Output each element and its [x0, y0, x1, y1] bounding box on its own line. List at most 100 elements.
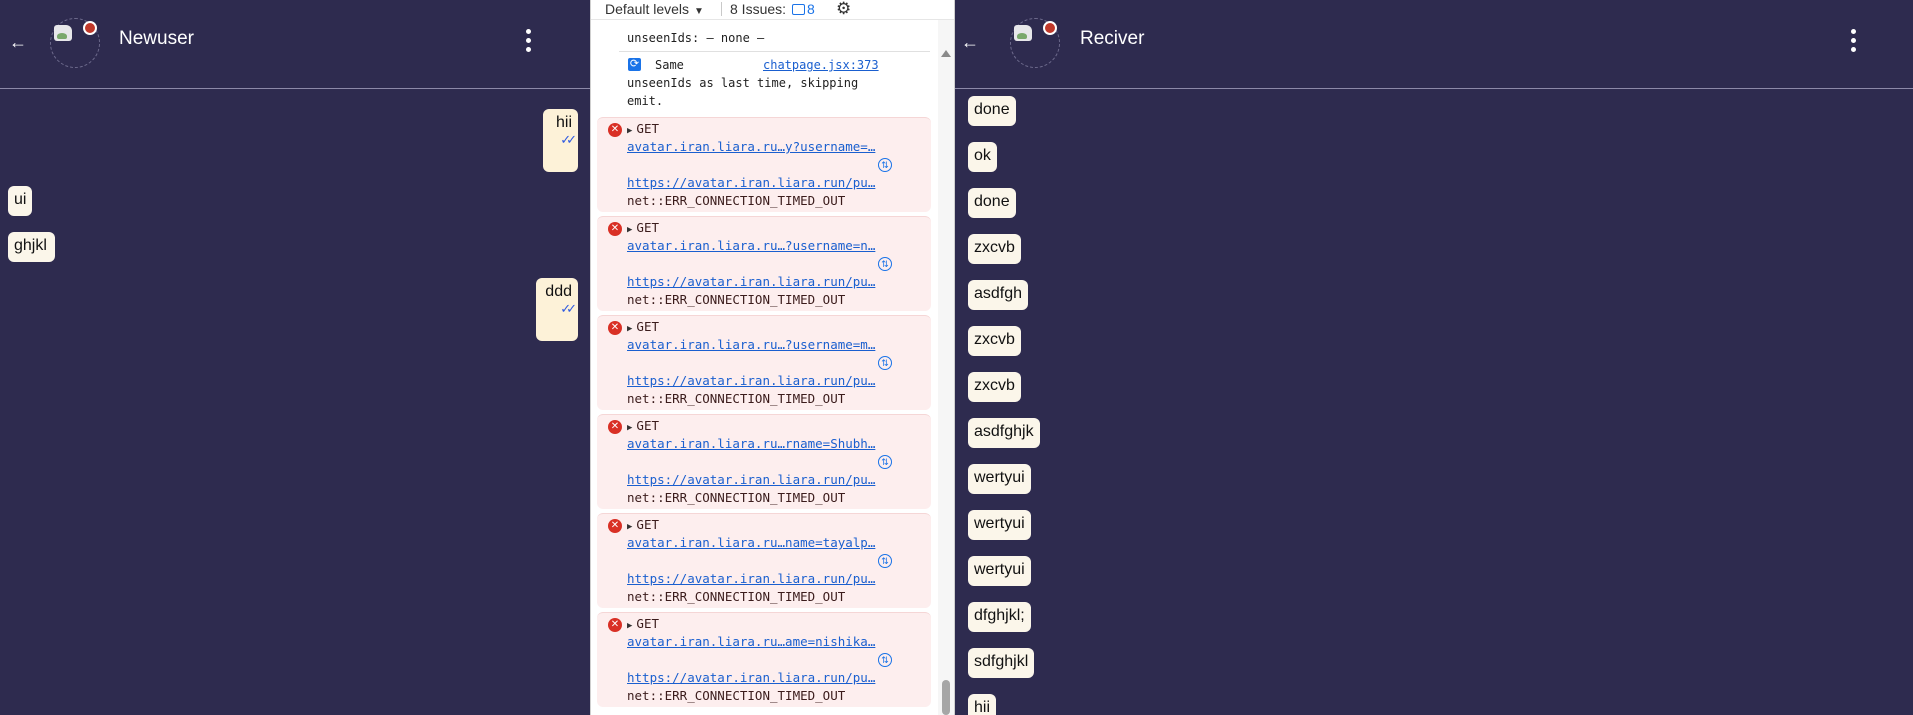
message-bubble[interactable]: ghjkl	[8, 232, 55, 262]
message-text: dfghjkl;	[974, 607, 1025, 624]
avatar[interactable]	[1010, 18, 1060, 68]
message-text: zxcvb	[974, 239, 1015, 256]
console-scrollbar[interactable]	[938, 19, 954, 715]
error-icon: ✕	[608, 123, 622, 137]
broken-image-icon	[1014, 25, 1032, 41]
message-bubble[interactable]: asdfghjk	[968, 418, 1040, 448]
chat-title: Reciver	[1080, 28, 1145, 49]
request-method[interactable]: ▶ GET	[627, 319, 659, 334]
back-arrow-icon[interactable]: ←	[6, 30, 30, 54]
console-error-entry[interactable]: ✕ ▶ GET avatar.iran.liara.ru…ame=nishika……	[597, 612, 931, 707]
message-bubble[interactable]: hii ✓✓	[543, 109, 578, 172]
full-url-link[interactable]: https://avatar.iran.liara.run/pu…	[627, 373, 899, 388]
error-icon: ✕	[608, 519, 622, 533]
devtools-console-panel: Default levels ▼ 8 Issues: 8 ⚙ unseenIds: …	[590, 0, 955, 715]
network-icon[interactable]: ⇅	[878, 455, 892, 469]
status-dot	[83, 21, 97, 35]
console-error-entry[interactable]: ✕ ▶ GET avatar.iran.liara.ru…name=tayalp……	[597, 513, 931, 608]
message-text: wertyui	[974, 561, 1025, 578]
request-url-link[interactable]: avatar.iran.liara.ru…name=tayalp…	[627, 535, 899, 550]
full-url-link[interactable]: https://avatar.iran.liara.run/pu…	[627, 274, 899, 289]
message-bubble[interactable]: sdfghjkl	[968, 648, 1035, 678]
error-icon: ✕	[608, 420, 622, 434]
console-error-entry[interactable]: ✕ ▶ GET avatar.iran.liara.ru…y?username=……	[597, 117, 931, 212]
repeat-icon: ⟳	[628, 58, 641, 71]
scroll-up-arrow-icon[interactable]	[941, 50, 951, 57]
broken-image-icon	[54, 25, 72, 41]
message-bubble[interactable]: asdfgh	[968, 280, 1029, 310]
full-url-link[interactable]: https://avatar.iran.liara.run/pu…	[627, 670, 899, 685]
log-line: unseenIds: — none —	[627, 31, 765, 45]
error-icon: ✕	[608, 321, 622, 335]
error-icon: ✕	[608, 618, 622, 632]
log-line: Same	[655, 58, 684, 72]
console-error-entry[interactable]: ✕ ▶ GET avatar.iran.liara.ru…?username=m……	[597, 315, 931, 410]
message-text: hii	[974, 699, 991, 715]
request-url-link[interactable]: avatar.iran.liara.ru…?username=m…	[627, 337, 899, 352]
network-icon[interactable]: ⇅	[878, 158, 892, 172]
console-error-entry[interactable]: ✕ ▶ GET avatar.iran.liara.ru…rname=Shubh……	[597, 414, 931, 509]
message-text: done	[974, 193, 1010, 210]
message-bubble[interactable]: hii	[968, 694, 997, 715]
expand-triangle-icon: ▶	[627, 621, 633, 631]
message-bubble[interactable]: zxcvb	[968, 234, 1021, 264]
request-method[interactable]: ▶ GET	[627, 418, 659, 433]
avatar[interactable]	[50, 18, 100, 68]
message-text: asdfghjk	[974, 423, 1034, 440]
message-bubble[interactable]: dfghjkl;	[968, 602, 1031, 632]
source-link[interactable]: chatpage.jsx:373	[763, 58, 879, 72]
message-bubble[interactable]: wertyui	[968, 510, 1031, 540]
request-method[interactable]: ▶ GET	[627, 121, 659, 136]
issues-label: 8 Issues:	[730, 1, 787, 17]
right-chat-pane: ← Reciver done ok done zxcvb asdfgh zxcvb zxcv…	[955, 0, 1913, 715]
message-bubble[interactable]: zxcvb	[968, 372, 1021, 402]
message-bubble[interactable]: done	[968, 96, 1016, 126]
network-icon[interactable]: ⇅	[878, 257, 892, 271]
issues-button[interactable]: 8 Issues: 8	[730, 1, 815, 17]
full-url-link[interactable]: https://avatar.iran.liara.run/pu…	[627, 175, 899, 190]
read-receipt-icon: ✓✓	[560, 301, 577, 316]
scrollbar-thumb[interactable]	[942, 680, 950, 715]
request-url-link[interactable]: avatar.iran.liara.ru…ame=nishika…	[627, 634, 899, 649]
expand-triangle-icon: ▶	[627, 423, 633, 433]
gear-icon[interactable]: ⚙	[836, 0, 851, 19]
message-text: done	[974, 101, 1010, 118]
message-bubble[interactable]: wertyui	[968, 556, 1031, 586]
more-options-icon[interactable]	[523, 29, 533, 57]
expand-triangle-icon: ▶	[627, 225, 633, 235]
message-text: hii	[555, 114, 572, 131]
request-method[interactable]: ▶ GET	[627, 220, 659, 235]
full-url-link[interactable]: https://avatar.iran.liara.run/pu…	[627, 571, 899, 586]
request-method[interactable]: ▶ GET	[627, 517, 659, 532]
network-icon[interactable]: ⇅	[878, 653, 892, 667]
more-options-icon[interactable]	[1848, 29, 1858, 57]
message-bubble[interactable]: ddd ✓✓	[536, 278, 578, 341]
message-text: ddd	[545, 283, 572, 300]
back-arrow-icon[interactable]: ←	[958, 30, 982, 54]
request-method[interactable]: ▶ GET	[627, 616, 659, 631]
log-levels-dropdown[interactable]: Default levels ▼	[605, 1, 704, 17]
console-error-entry[interactable]: ✕ ▶ GET avatar.iran.liara.ru…?username=n……	[597, 216, 931, 311]
message-text: sdfghjkl	[974, 653, 1029, 670]
expand-triangle-icon: ▶	[627, 522, 633, 532]
message-bubble[interactable]: wertyui	[968, 464, 1031, 494]
issues-count: 8	[807, 1, 815, 17]
network-icon[interactable]: ⇅	[878, 356, 892, 370]
message-text: zxcvb	[974, 377, 1015, 394]
left-chat-header: ← Newuser	[0, 0, 590, 89]
message-bubble[interactable]: done	[968, 188, 1016, 218]
log-line: emit.	[627, 94, 664, 108]
request-url-link[interactable]: avatar.iran.liara.ru…?username=n…	[627, 238, 899, 253]
chat-title: Newuser	[119, 28, 194, 49]
console-toolbar: Default levels ▼ 8 Issues: 8 ⚙	[591, 0, 954, 20]
console-log-area: unseenIds: — none — ⟳ Same chatpage.jsx:…	[591, 19, 938, 715]
request-url-link[interactable]: avatar.iran.liara.ru…rname=Shubh…	[627, 436, 899, 451]
full-url-link[interactable]: https://avatar.iran.liara.run/pu…	[627, 472, 899, 487]
network-icon[interactable]: ⇅	[878, 554, 892, 568]
request-url-link[interactable]: avatar.iran.liara.ru…y?username=…	[627, 139, 899, 154]
error-status: net::ERR_CONNECTION_TIMED_OUT	[627, 688, 846, 703]
log-levels-label: Default levels	[605, 1, 690, 17]
message-bubble[interactable]: zxcvb	[968, 326, 1021, 356]
message-bubble[interactable]: ui	[8, 186, 32, 216]
message-bubble[interactable]: ok	[968, 142, 997, 172]
